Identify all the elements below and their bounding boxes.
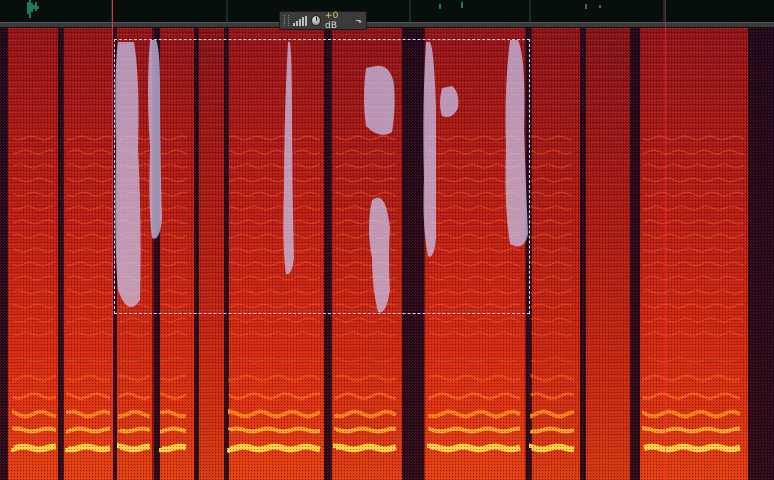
spectrogram-view[interactable] [0,28,774,480]
level-meter-icon [292,15,307,26]
spectral-brush-region[interactable] [364,65,395,135]
spectral-editor-window: +0 dB ⬎ [0,0,774,480]
grip-handle-icon[interactable] [284,15,289,26]
region-marker[interactable] [665,0,666,480]
gain-knob-icon[interactable] [310,15,321,26]
gain-sign: +0 [324,10,339,21]
gain-value[interactable]: +0 dB [325,11,351,31]
waveform-overview[interactable] [0,0,774,22]
spectral-brush-region[interactable] [115,42,141,308]
gain-hud[interactable]: +0 dB ⬎ [279,11,367,31]
spectral-brush-region[interactable] [423,42,436,257]
pin-icon[interactable]: ⬎ [355,16,362,25]
waveform-overview-graphic [27,0,665,22]
playhead-marker[interactable] [112,0,113,480]
spectrogram-graphic [0,28,774,480]
gain-unit: dB [324,20,338,31]
